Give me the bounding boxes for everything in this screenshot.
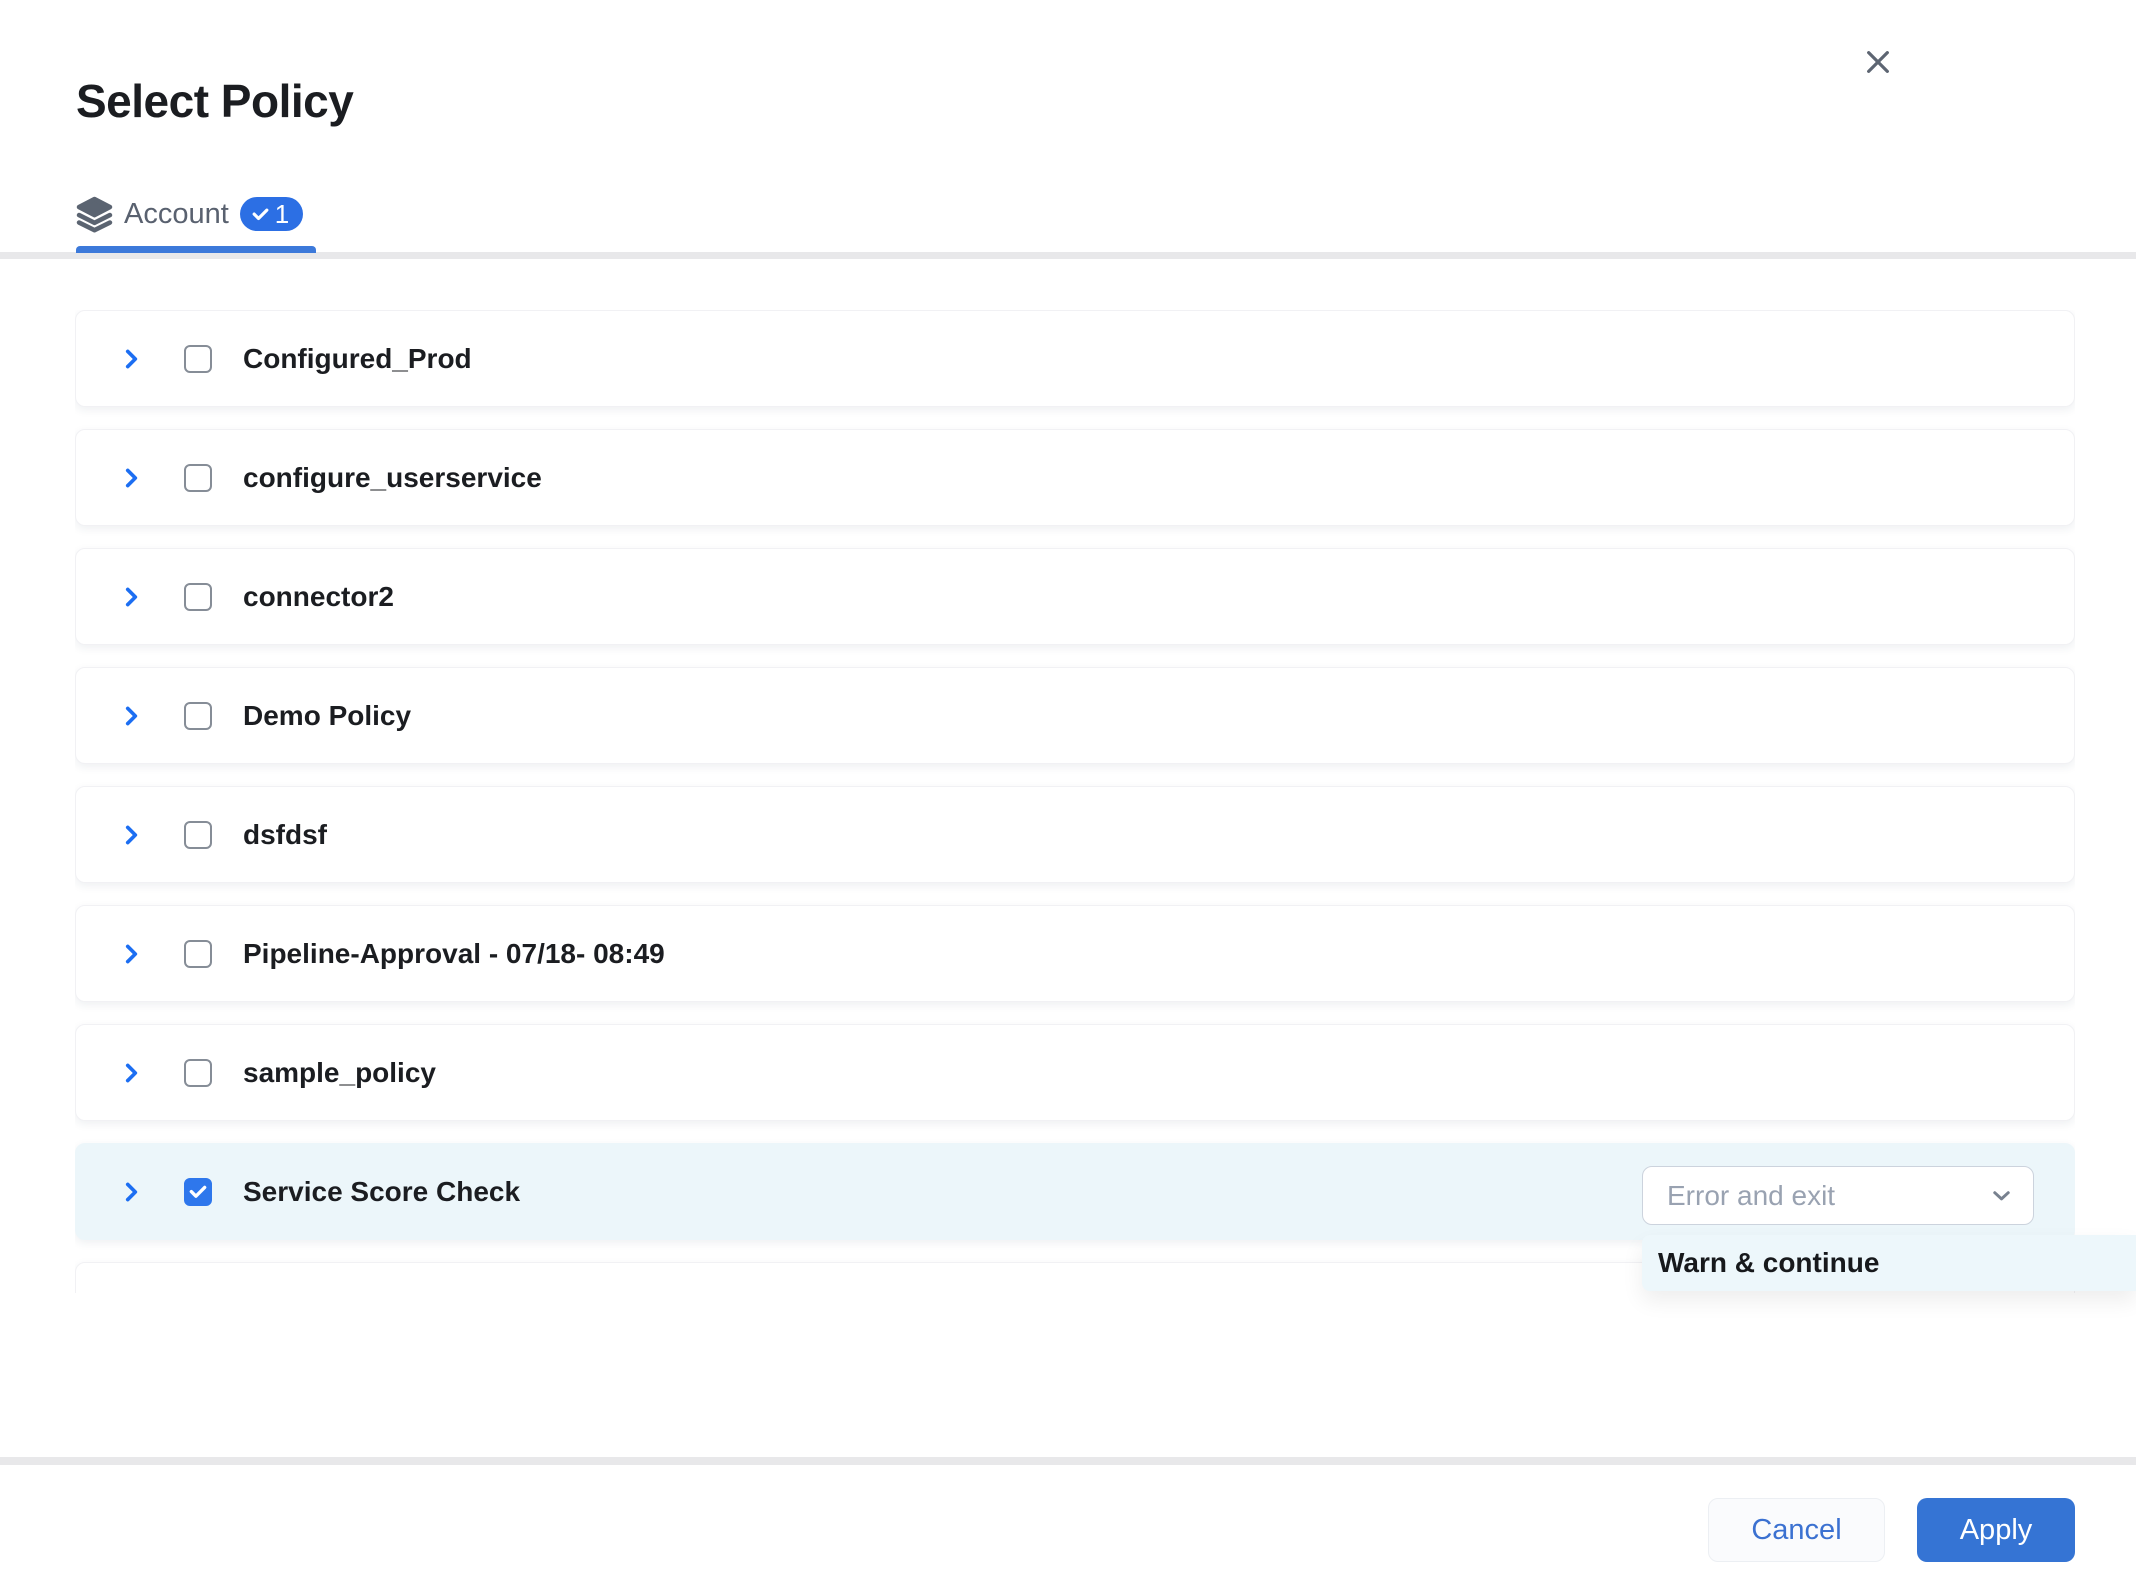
policy-checkbox[interactable] — [184, 821, 212, 849]
policy-name: dsfdsf — [243, 819, 327, 851]
apply-button[interactable]: Apply — [1917, 1498, 2075, 1562]
error-action-select-value: Error and exit — [1667, 1180, 1835, 1212]
policy-name: Pipeline-Approval - 07/18- 08:49 — [243, 938, 665, 970]
policy-checkbox[interactable] — [184, 940, 212, 968]
expand-chevron-icon[interactable] — [118, 463, 144, 493]
active-tab-underline — [76, 246, 316, 253]
select-policy-modal: Select Policy Account 1 — [0, 0, 2136, 1580]
policy-checkbox[interactable] — [184, 583, 212, 611]
policy-name: Service Score Check — [243, 1176, 520, 1208]
policy-row-connector2[interactable]: connector2 — [75, 548, 2075, 645]
error-action-dropdown-panel: Warn & continue — [1642, 1235, 2136, 1291]
policy-checkbox[interactable] — [184, 702, 212, 730]
policy-list: Configured_Prod configure_userservice co… — [75, 310, 2075, 1293]
cancel-button[interactable]: Cancel — [1708, 1498, 1885, 1562]
tabs-divider — [0, 252, 2136, 259]
policy-row-dsfdsf[interactable]: dsfdsf — [75, 786, 2075, 883]
tab-account[interactable]: Account 1 — [76, 192, 303, 236]
policy-row-sample-policy[interactable]: sample_policy — [75, 1024, 2075, 1121]
expand-chevron-icon[interactable] — [118, 939, 144, 969]
footer-divider — [0, 1457, 2136, 1465]
policy-row-configured-prod[interactable]: Configured_Prod — [75, 310, 2075, 407]
tab-account-label: Account — [124, 198, 229, 231]
page-title: Select Policy — [76, 70, 353, 132]
policy-name: Configured_Prod — [243, 343, 472, 375]
expand-chevron-icon[interactable] — [118, 701, 144, 731]
selected-count: 1 — [275, 199, 289, 230]
selected-count-badge: 1 — [240, 197, 303, 231]
policy-row-service-score-check[interactable]: Service Score Check Error and exit — [75, 1143, 2075, 1240]
close-button[interactable] — [1858, 42, 1898, 82]
error-action-select[interactable]: Error and exit — [1642, 1166, 2034, 1225]
expand-chevron-icon[interactable] — [118, 1177, 144, 1207]
policy-checkbox-checked[interactable] — [184, 1178, 212, 1206]
policy-row-configure-userservice[interactable]: configure_userservice — [75, 429, 2075, 526]
expand-chevron-icon[interactable] — [118, 344, 144, 374]
dropdown-option-warn-continue[interactable]: Warn & continue — [1642, 1235, 2136, 1291]
chevron-down-icon — [1988, 1182, 2015, 1209]
policy-name: Demo Policy — [243, 700, 411, 732]
expand-chevron-icon[interactable] — [118, 820, 144, 850]
check-icon — [251, 205, 270, 224]
expand-chevron-icon[interactable] — [118, 582, 144, 612]
layers-icon — [76, 195, 113, 234]
policy-row-demo-policy[interactable]: Demo Policy — [75, 667, 2075, 764]
expand-chevron-icon[interactable] — [118, 1058, 144, 1088]
policy-name: connector2 — [243, 581, 394, 613]
policy-name: sample_policy — [243, 1057, 436, 1089]
policy-checkbox[interactable] — [184, 464, 212, 492]
policy-checkbox[interactable] — [184, 1059, 212, 1087]
close-icon — [1862, 46, 1894, 78]
policy-name: configure_userservice — [243, 462, 542, 494]
policy-row-pipeline-approval[interactable]: Pipeline-Approval - 07/18- 08:49 — [75, 905, 2075, 1002]
policy-checkbox[interactable] — [184, 345, 212, 373]
